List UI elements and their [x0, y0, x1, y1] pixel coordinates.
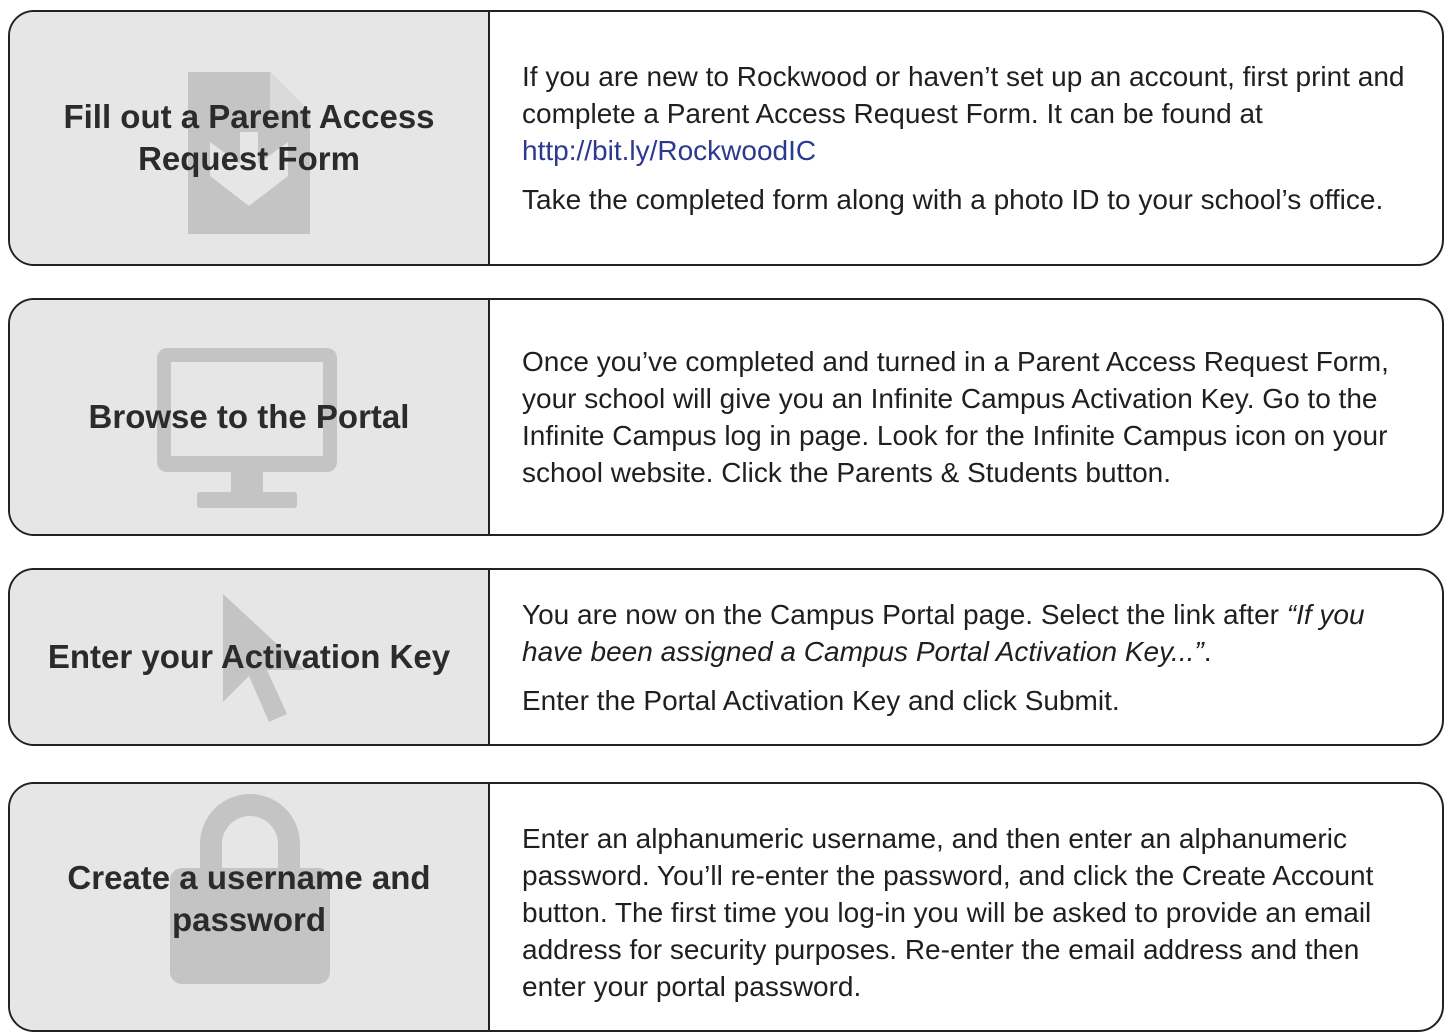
step-header: Fill out a Parent Access Request Form — [10, 12, 490, 264]
step-paragraph: If you are new to Rockwood or haven’t se… — [522, 58, 1414, 169]
step-header: Browse to the Portal — [10, 300, 490, 534]
step-card-fill-out-form: Fill out a Parent Access Request Form If… — [8, 10, 1444, 266]
step-text: . — [1203, 635, 1212, 667]
step-card-activation-key: Enter your Activation Key You are now on… — [8, 568, 1444, 746]
step-title: Fill out a Parent Access Request Form — [63, 98, 435, 177]
step-body: You are now on the Campus Portal page. S… — [490, 570, 1442, 744]
step-header: Enter your Activation Key — [10, 570, 490, 744]
step-card-create-account: Create a username and password Enter an … — [8, 782, 1444, 1032]
step-text: You are now on the Campus Portal page. S… — [522, 598, 1287, 630]
step-body: Enter an alphanumeric username, and then… — [490, 784, 1442, 1030]
step-title: Create a username and password — [67, 859, 431, 938]
step-paragraph: You are now on the Campus Portal page. S… — [522, 596, 1414, 670]
step-text: If you are new to Rockwood or haven’t se… — [522, 61, 1405, 129]
step-body: If you are new to Rockwood or haven’t se… — [490, 12, 1442, 264]
form-link[interactable]: http://bit.ly/RockwoodIC — [522, 135, 816, 166]
step-paragraph: Once you’ve completed and turned in a Pa… — [522, 346, 1389, 488]
step-card-browse-portal: Browse to the Portal Once you’ve complet… — [8, 298, 1444, 536]
step-header: Create a username and password — [10, 784, 490, 1030]
step-title: Enter your Activation Key — [47, 638, 451, 675]
step-title: Browse to the Portal — [88, 398, 410, 435]
step-paragraph: Enter the Portal Activation Key and clic… — [522, 684, 1120, 716]
step-body: Once you’ve completed and turned in a Pa… — [490, 300, 1442, 534]
step-paragraph: Enter an alphanumeric username, and then… — [522, 823, 1374, 1002]
step-paragraph: Take the completed form along with a pho… — [522, 184, 1384, 215]
